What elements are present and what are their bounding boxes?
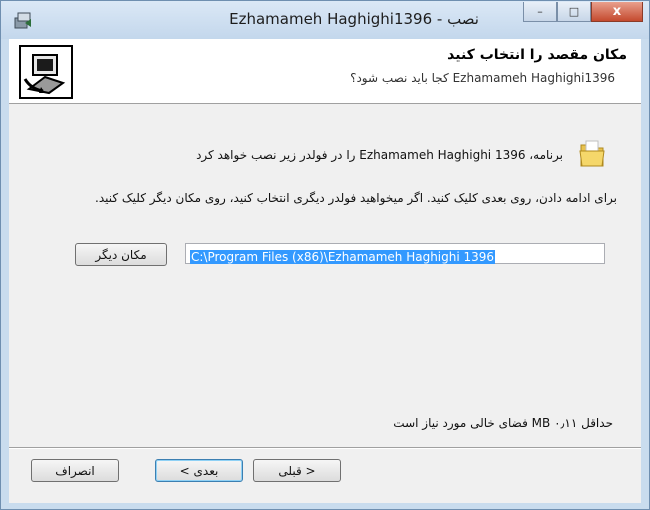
space-required-text: حداقل ۰٫۱۱ MB فضای خالی مورد نیاز است [393, 416, 613, 430]
path-selected-text: C:\Program Files (x86)\Ezhamameh Haghigh… [190, 250, 496, 264]
installer-app-icon [14, 12, 31, 29]
maximize-button[interactable]: □ [557, 2, 591, 22]
title-bar[interactable]: نصب - Ezhamameh Haghighi1396 – □ x [1, 1, 649, 39]
footer-divider [9, 447, 641, 449]
instruction-text: برای ادامه دادن، روی بعدی کلیک کنید. اگر… [95, 191, 617, 205]
minimize-button[interactable]: – [523, 2, 557, 22]
computer-install-icon [19, 45, 73, 99]
destination-path-input[interactable]: C:\Program Files (x86)\Ezhamameh Haghigh… [185, 243, 605, 264]
wizard-header: مکان مقصد را انتخاب کنید Ezhamameh Haghi… [9, 39, 641, 104]
caption-buttons: – □ x [523, 2, 643, 24]
window-title: نصب - Ezhamameh Haghighi1396 [229, 10, 479, 28]
page-title: مکان مقصد را انتخاب کنید [447, 47, 627, 63]
back-button[interactable]: < قبلی [253, 459, 341, 482]
install-info-text: برنامه، Ezhamameh Haghighi 1396 را در فو… [196, 148, 563, 162]
setup-window: نصب - Ezhamameh Haghighi1396 – □ x مکان … [0, 0, 650, 510]
close-button[interactable]: x [591, 2, 643, 22]
page-subtitle: Ezhamameh Haghighi1396 کجا باید نصب شود؟ [350, 71, 615, 85]
browse-button[interactable]: مکان دیگر [75, 243, 167, 266]
cancel-button[interactable]: انصراف [31, 459, 119, 482]
folder-icon [579, 140, 605, 167]
next-button[interactable]: بعدی > [155, 459, 243, 482]
wizard-client-area: مکان مقصد را انتخاب کنید Ezhamameh Haghi… [9, 39, 641, 503]
